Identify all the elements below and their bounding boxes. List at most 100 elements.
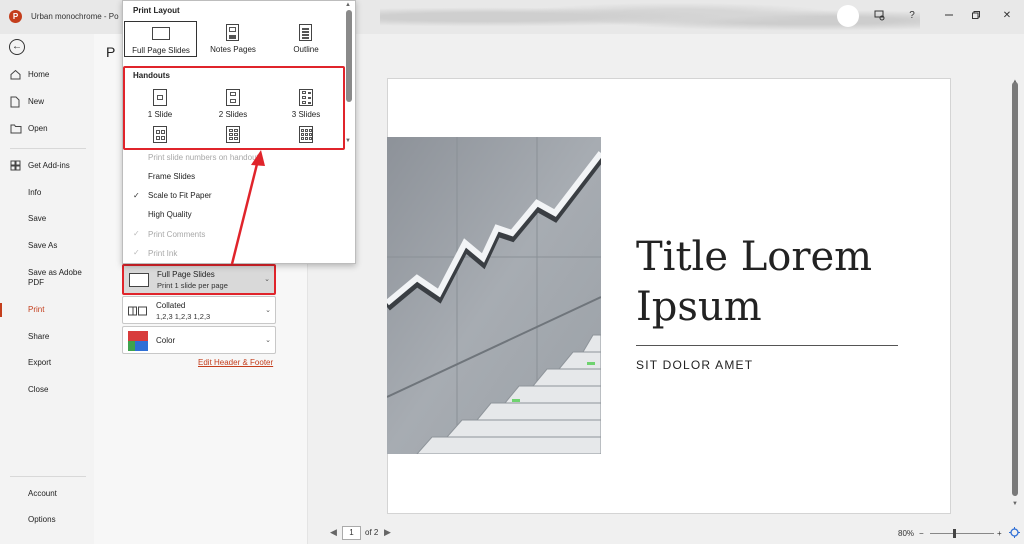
handout-label: 3 Slides	[291, 110, 321, 119]
nav-divider	[10, 476, 86, 477]
slide-divider	[636, 345, 898, 346]
nav-item-save[interactable]: Save	[0, 209, 94, 229]
home-icon	[10, 65, 21, 88]
document-title: Urban monochrome - Po	[31, 12, 119, 21]
edit-header-footer-link[interactable]: Edit Header & Footer	[198, 358, 273, 367]
option-frame-slides[interactable]: Frame Slides	[148, 172, 195, 181]
nav-item-export[interactable]: Export	[0, 353, 94, 373]
slide-photo	[387, 137, 601, 454]
notes-pages-icon	[226, 24, 239, 41]
nav-label: Get Add-ins	[28, 161, 70, 170]
handout-6-slides-icon	[226, 126, 240, 143]
handout-9-slides-icon	[299, 126, 313, 143]
nav-divider	[10, 148, 86, 149]
option-print-ink[interactable]: Print Ink	[148, 249, 177, 258]
nav-item-save-as[interactable]: Save As	[0, 236, 94, 256]
current-page-input[interactable]: 1	[342, 526, 361, 540]
option-print-comments[interactable]: Print Comments	[148, 230, 205, 239]
handout-3-slides[interactable]: 3 Slides	[270, 86, 342, 122]
back-arrow-icon[interactable]: ←	[9, 39, 25, 55]
slides-layout-sublabel: Print 1 slide per page	[157, 281, 228, 290]
handout-6-slides[interactable]	[197, 124, 269, 146]
slide-subtitle: SIT DOLOR AMET	[636, 358, 754, 372]
checkmark-icon: ✓	[133, 229, 140, 238]
checkmark-icon: ✓	[133, 191, 140, 200]
handout-label: 1 Slide	[147, 110, 173, 119]
open-icon	[10, 119, 22, 142]
option-print-slide-numbers[interactable]: Print slide numbers on handout	[148, 153, 259, 162]
handout-4-slides-icon	[153, 126, 167, 143]
menu-scrollbar-thumb[interactable]	[346, 10, 352, 102]
slide-thumb-icon	[129, 273, 149, 287]
layout-notes-pages[interactable]: Notes Pages	[197, 21, 269, 57]
slide-title: Title Lorem Ipsum	[636, 234, 873, 330]
menu-scroll-down-icon[interactable]: ▼	[345, 138, 351, 144]
handout-3-slides-icon	[299, 89, 313, 106]
collated-icon	[128, 304, 148, 318]
help-icon[interactable]: ?	[904, 10, 920, 21]
menu-scroll-up-icon[interactable]: ▲	[345, 2, 351, 8]
handout-1-slide[interactable]: 1 Slide	[124, 86, 196, 122]
nav-label: New	[28, 97, 45, 106]
zoom-in-button[interactable]: +	[997, 529, 1002, 538]
handout-2-slides-icon	[226, 89, 240, 106]
color-label: Color	[156, 336, 176, 345]
nav-item-save-as-adobe-pdf[interactable]: Save as Adobe PDF	[0, 268, 94, 290]
minimize-icon[interactable]	[941, 10, 957, 23]
preview-scrollbar-thumb[interactable]	[1012, 82, 1018, 496]
handout-label: 2 Slides	[218, 110, 248, 119]
nav-item-share[interactable]: Share	[0, 327, 94, 347]
scroll-down-icon[interactable]: ▼	[1010, 501, 1020, 507]
nav-item-new[interactable]: New	[0, 92, 94, 112]
chevron-down-icon: ⌄	[264, 276, 270, 283]
zoom-slider-handle[interactable]	[953, 529, 956, 538]
page-total-label: of 2	[365, 528, 379, 537]
nav-label: Open	[28, 124, 48, 133]
layout-label: Full Page Slides	[132, 46, 190, 55]
color-dropdown[interactable]: Color ⌄	[122, 326, 276, 354]
next-page-icon[interactable]: ▶	[384, 527, 391, 538]
nav-item-close[interactable]: Close	[0, 380, 94, 400]
restore-icon[interactable]	[968, 10, 984, 23]
close-icon[interactable]: ✕	[999, 10, 1015, 21]
zoom-to-page-icon[interactable]	[1009, 527, 1020, 540]
addins-icon	[10, 156, 21, 179]
profile-avatar[interactable]	[837, 5, 859, 27]
nav-item-account[interactable]: Account	[0, 484, 94, 504]
nav-item-info[interactable]: Info	[0, 183, 94, 203]
coauthor-icon[interactable]	[872, 10, 888, 25]
handout-2-slides[interactable]: 2 Slides	[197, 86, 269, 122]
zoom-slider-track[interactable]	[930, 533, 994, 534]
full-page-slide-icon	[152, 27, 170, 40]
zoom-level[interactable]: 80%	[898, 529, 914, 538]
zoom-out-button[interactable]: −	[919, 529, 924, 538]
handout-1-slide-icon	[153, 89, 167, 106]
handout-9-slides[interactable]	[270, 124, 342, 146]
option-high-quality[interactable]: High Quality	[148, 210, 192, 219]
nav-item-options[interactable]: Options	[0, 510, 94, 530]
handouts-heading: Handouts	[133, 71, 170, 80]
nav-item-home[interactable]: Home	[0, 65, 94, 85]
chevron-down-icon: ⌄	[265, 337, 271, 344]
chevron-down-icon: ⌄	[265, 307, 271, 314]
nav-item-print[interactable]: Print	[0, 300, 94, 320]
slides-layout-dropdown[interactable]: Full Page Slides Print 1 slide per page …	[122, 264, 276, 295]
layout-outline[interactable]: Outline	[270, 21, 342, 57]
new-icon	[10, 92, 20, 116]
print-heading: P	[106, 44, 116, 60]
collation-sublabel: 1,2,3 1,2,3 1,2,3	[156, 312, 211, 321]
prev-page-icon[interactable]: ◀	[330, 527, 337, 538]
option-scale-to-fit-paper[interactable]: Scale to Fit Paper	[148, 191, 212, 200]
collation-dropdown[interactable]: Collated 1,2,3 1,2,3 1,2,3 ⌄	[122, 296, 276, 324]
layout-full-page-slides[interactable]: Full Page Slides	[124, 21, 197, 57]
nav-item-open[interactable]: Open	[0, 119, 94, 139]
layout-label: Notes Pages	[210, 45, 256, 54]
handout-4-slides[interactable]	[124, 124, 196, 146]
color-swatch-icon	[128, 331, 148, 351]
nav-label: Home	[28, 70, 50, 79]
outline-icon	[299, 24, 312, 41]
checkmark-icon: ✓	[133, 248, 140, 257]
powerpoint-logo-icon: P	[9, 10, 22, 23]
nav-item-get-addins[interactable]: Get Add-ins	[0, 156, 94, 176]
layout-label: Outline	[293, 45, 319, 54]
